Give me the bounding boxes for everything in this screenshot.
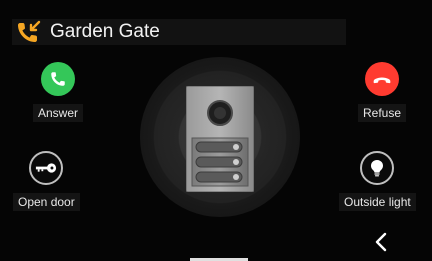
answer-label: Answer bbox=[33, 104, 84, 122]
open-door-circle[interactable] bbox=[29, 151, 64, 185]
phone-icon bbox=[51, 72, 65, 86]
refuse-circle[interactable] bbox=[365, 62, 400, 96]
outside-light-label: Outside light bbox=[339, 193, 416, 211]
answer-button[interactable]: Answer bbox=[33, 62, 84, 122]
light-bulb-icon bbox=[371, 160, 384, 177]
refuse-label: Refuse bbox=[358, 104, 407, 122]
caller-name: Garden Gate bbox=[50, 21, 160, 42]
key-icon bbox=[36, 163, 57, 173]
outside-light-button[interactable]: Outside light bbox=[339, 151, 416, 211]
open-door-label: Open door bbox=[13, 193, 80, 211]
incoming-call-icon bbox=[18, 20, 41, 42]
door-station-image bbox=[186, 86, 254, 192]
hang-up-icon bbox=[373, 77, 391, 84]
refuse-button[interactable]: Refuse bbox=[358, 62, 407, 122]
answer-circle[interactable] bbox=[41, 62, 75, 96]
intercom-call-screen: Garden Gate Answer Refuse Open door Outs… bbox=[0, 0, 432, 261]
outside-light-circle[interactable] bbox=[360, 151, 395, 185]
chevron-left-icon[interactable] bbox=[372, 231, 392, 253]
open-door-button[interactable]: Open door bbox=[13, 151, 80, 211]
